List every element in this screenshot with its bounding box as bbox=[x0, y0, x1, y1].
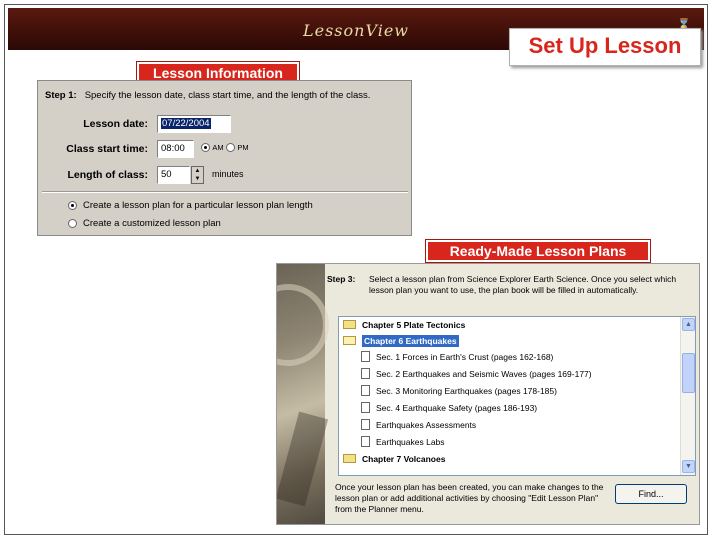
lesson-plan-tree[interactable]: Chapter 5 Plate Tectonics Chapter 6 Eart… bbox=[338, 316, 696, 476]
ready-made-lesson-plans-badge: Ready-Made Lesson Plans bbox=[426, 240, 650, 262]
edit-lesson-note: Once your lesson plan has been created, … bbox=[335, 482, 604, 514]
ready-made-lesson-panel: Step 3: Select a lesson plan from Scienc… bbox=[276, 263, 700, 525]
tree-item[interactable]: Earthquakes Assessments bbox=[361, 417, 476, 433]
option-particular-length-label: Create a lesson plan for a particular le… bbox=[83, 200, 313, 211]
folder-icon bbox=[343, 320, 356, 330]
document-icon bbox=[361, 385, 370, 397]
minutes-label: minutes bbox=[212, 169, 244, 179]
find-button[interactable]: Find... bbox=[615, 484, 687, 504]
document-icon bbox=[361, 368, 370, 380]
am-radio[interactable] bbox=[201, 143, 210, 153]
document-icon bbox=[361, 436, 370, 448]
set-up-lesson-badge: Set Up Lesson bbox=[509, 28, 701, 66]
tree-item[interactable]: Sec. 1 Forces in Earth's Crust (pages 16… bbox=[361, 349, 553, 365]
folder-icon bbox=[343, 454, 356, 464]
scroll-up-icon[interactable]: ▲ bbox=[682, 318, 695, 331]
tree-item[interactable]: Sec. 2 Earthquakes and Seismic Waves (pa… bbox=[361, 366, 592, 382]
step1-label: Step 1: bbox=[45, 90, 77, 101]
tree-scrollbar[interactable]: ▲ ▼ bbox=[680, 317, 695, 475]
step1-instructions: Step 1: Specify the lesson date, class st… bbox=[45, 90, 370, 101]
length-spinner[interactable]: ▲ ▼ bbox=[191, 166, 204, 184]
start-time-field[interactable]: 08:00 bbox=[157, 140, 194, 158]
step3-text: Select a lesson plan from Science Explor… bbox=[369, 274, 677, 295]
length-field[interactable]: 50 bbox=[157, 166, 190, 184]
am-label: AM bbox=[212, 143, 224, 152]
option-particular-length-radio[interactable] bbox=[68, 200, 77, 210]
option-particular-length[interactable]: Create a lesson plan for a particular le… bbox=[68, 200, 313, 211]
option-customized-label: Create a customized lesson plan bbox=[83, 218, 221, 229]
document-icon bbox=[361, 419, 370, 431]
scroll-thumb[interactable] bbox=[682, 353, 695, 393]
lesson-date-field[interactable]: 07/22/2004 bbox=[157, 115, 231, 133]
pm-radio[interactable] bbox=[226, 143, 235, 153]
open-folder-icon bbox=[343, 336, 356, 346]
panel-divider bbox=[42, 191, 408, 193]
tree-item[interactable]: Sec. 4 Earthquake Safety (pages 186-193) bbox=[361, 400, 537, 416]
length-of-class-label: Length of class: bbox=[67, 169, 148, 181]
document-icon bbox=[361, 351, 370, 363]
tree-chapter[interactable]: Chapter 7 Volcanoes bbox=[343, 451, 445, 467]
step1-text: Specify the lesson date, class start tim… bbox=[84, 90, 371, 101]
option-customized[interactable]: Create a customized lesson plan bbox=[68, 218, 221, 229]
lesson-information-panel: Step 1: Specify the lesson date, class st… bbox=[37, 80, 412, 236]
decorative-photo bbox=[277, 264, 329, 524]
pm-label: PM bbox=[237, 143, 249, 152]
tree-chapter[interactable]: Chapter 5 Plate Tectonics bbox=[343, 317, 465, 333]
class-start-time-label: Class start time: bbox=[66, 143, 148, 155]
scroll-down-icon[interactable]: ▼ bbox=[682, 460, 695, 473]
tree-item[interactable]: Sec. 3 Monitoring Earthquakes (pages 178… bbox=[361, 383, 557, 399]
lesson-date-value: 07/22/2004 bbox=[161, 118, 211, 129]
tree-item[interactable]: Earthquakes Labs bbox=[361, 434, 445, 450]
tree-chapter-selected[interactable]: Chapter 6 Earthquakes bbox=[343, 333, 459, 349]
lesson-date-label: Lesson date: bbox=[83, 118, 148, 130]
step3-label: Step 3: bbox=[327, 274, 356, 284]
document-icon bbox=[361, 402, 370, 414]
ampm-radio-group: AM PM bbox=[201, 142, 249, 153]
option-customized-radio[interactable] bbox=[68, 218, 77, 228]
